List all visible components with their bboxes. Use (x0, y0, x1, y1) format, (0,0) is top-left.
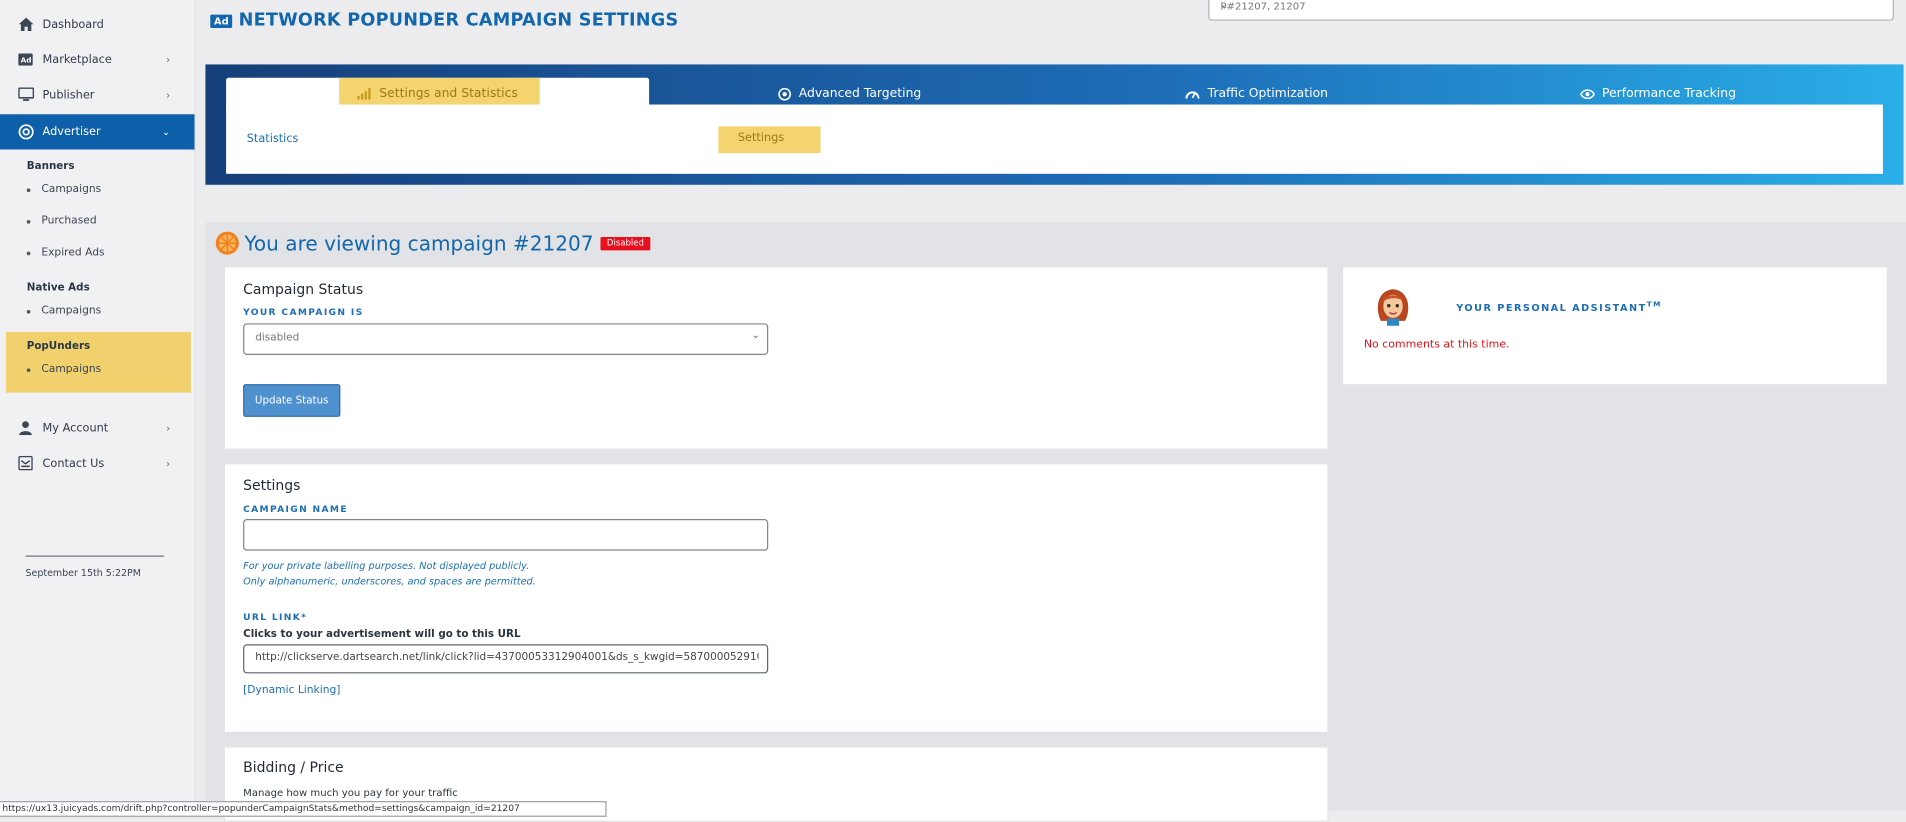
target-icon (778, 87, 792, 100)
card-title: Campaign Status (243, 280, 364, 298)
sidebar-item-marketplace[interactable]: Ad Marketplace › (0, 43, 194, 77)
sidebar-item-label: Dashboard (42, 17, 104, 31)
page-title: Ad NETWORK POPUNDER CAMPAIGN SETTINGS (210, 11, 678, 30)
eye-icon (1580, 88, 1595, 99)
campaign-name-input[interactable] (243, 519, 769, 551)
sidebar-item-publisher[interactable]: Publisher › (0, 78, 194, 112)
chevron-down-icon: ⌄ (162, 126, 171, 138)
status-badge: Disabled (600, 236, 650, 250)
assistant-message: No comments at this time. (1363, 339, 1510, 352)
campaign-status-label: YOUR CAMPAIGN IS (243, 306, 364, 318)
card-title: Bidding / Price (243, 758, 344, 776)
url-link-description: Clicks to your advertisement will go to … (243, 628, 521, 641)
campaign-name-help: For your private labelling purposes. Not… (243, 560, 536, 587)
subtab-settings[interactable]: Settings (718, 126, 821, 154)
sidebar-item-label: My Account (42, 421, 109, 435)
chevron-right-icon: › (166, 457, 171, 469)
campaign-status-card: Campaign Status YOUR CAMPAIGN IS disable… (223, 266, 1329, 450)
ad-icon: Ad (17, 51, 34, 68)
update-status-button[interactable]: Update Status (243, 384, 341, 417)
app-page: Dashboard Ad Marketplace › Publisher › A… (0, 0, 1906, 822)
sidebar-subitem-purchased[interactable]: Purchased (26, 215, 97, 227)
home-icon (17, 16, 34, 33)
bidding-description: Manage how much you pay for your traffic (243, 786, 458, 799)
sidebar-item-my-account[interactable]: My Account › (0, 411, 194, 445)
url-link-label: URL LINK* (243, 611, 308, 623)
monitor-icon (17, 86, 34, 103)
sidebar-item-label: Marketplace (42, 52, 112, 67)
campaign-status-select[interactable]: disabled ⌄ (243, 323, 769, 355)
assistant-title: YOUR PERSONAL ADSISTANTTM (1456, 300, 1662, 314)
chevron-down-icon: ⌄ (751, 329, 760, 341)
section-heading-native-ads: Native Ads (26, 282, 90, 295)
subtab-statistics[interactable]: Statistics (247, 132, 299, 145)
sidebar-subitem-native-campaigns[interactable]: Campaigns (26, 305, 101, 317)
orange-icon (215, 231, 239, 255)
gauge-icon (1186, 88, 1201, 100)
url-link-input[interactable]: http://clickserve.dartsearch.net/link/cl… (243, 644, 769, 674)
sidebar-item-advertiser[interactable]: Advertiser ⌄ (0, 114, 195, 150)
sidebar-item-dashboard[interactable]: Dashboard (0, 7, 194, 41)
contact-icon (17, 455, 34, 472)
sidebar: Dashboard Ad Marketplace › Publisher › A… (0, 0, 196, 811)
settings-card: Settings CAMPAIGN NAME For your private … (223, 463, 1329, 733)
chevron-right-icon: › (166, 422, 171, 434)
sidebar-subitem-expired-ads[interactable]: Expired Ads (26, 247, 105, 259)
sidebar-item-label: Publisher (42, 88, 95, 102)
chevron-right-icon: › (166, 54, 171, 66)
section-heading-banners: Banners (26, 160, 75, 173)
campaign-name-label: CAMPAIGN NAME (243, 503, 348, 515)
campaign-tab-panel: Settings and Statistics Advanced Targeti… (205, 64, 1904, 185)
viewing-heading: You are viewing campaign #21207 Disabled (215, 231, 650, 255)
campaign-select[interactable]: P#21207, 21207 ⌄ (1208, 0, 1894, 21)
sidebar-item-label: Contact Us (42, 456, 105, 470)
sidebar-item-label: Advertiser (42, 125, 101, 139)
sidebar-subitem-popunder-campaigns[interactable]: Campaigns (26, 363, 101, 376)
target-icon (17, 123, 34, 140)
signal-icon (357, 88, 372, 100)
card-title: Settings (243, 476, 301, 494)
ad-badge: Ad (210, 13, 233, 28)
chevron-right-icon: › (166, 89, 171, 101)
svg-text:Ad: Ad (21, 56, 32, 65)
sidebar-subitem-banners-campaigns[interactable]: Campaigns (26, 184, 101, 196)
assistant-avatar (1371, 284, 1415, 333)
sidebar-divider (25, 555, 165, 557)
sidebar-timestamp: September 15th 5:22PM (25, 567, 141, 579)
browser-status-bar: https://ux13.juicyads.com/drift.php?cont… (0, 801, 607, 817)
sidebar-item-contact-us[interactable]: Contact Us › (0, 446, 194, 480)
section-heading-popunders: PopUnders (26, 340, 91, 353)
assistant-card: YOUR PERSONAL ADSISTANTTM No comments at… (1341, 266, 1888, 386)
user-icon (17, 419, 34, 436)
chevron-down-icon: ⌄ (1220, 0, 1229, 11)
dynamic-linking-link[interactable]: [Dynamic Linking] (243, 684, 340, 696)
subtab-bar: Statistics Settings (226, 104, 1883, 174)
